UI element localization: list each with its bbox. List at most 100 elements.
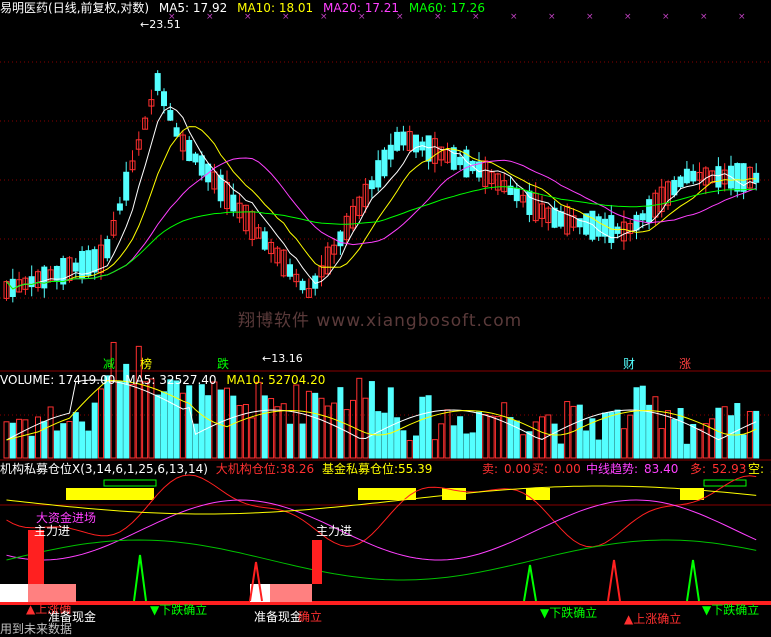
volume-bar	[425, 395, 432, 459]
top-marker: ×	[662, 12, 670, 22]
chart-mode: (日线,前复权,对数)	[48, 1, 150, 15]
volume-bar	[261, 395, 268, 459]
ma10-value: 18.01	[278, 1, 314, 15]
annotation-main-force-2: 主力进	[316, 524, 353, 538]
candle-body	[715, 166, 722, 188]
volume-bar	[639, 385, 646, 459]
sell-label: 卖:	[482, 462, 499, 476]
ma60-line	[6, 186, 757, 290]
volume-bar	[356, 377, 363, 459]
ma5-line	[6, 106, 757, 290]
volume-bar	[633, 387, 640, 459]
long-value: 52.93	[712, 462, 747, 476]
volume-bar	[602, 412, 608, 459]
volume-bar	[696, 428, 703, 459]
volume-value: 17419.00	[58, 373, 116, 387]
volume-bar	[104, 375, 111, 459]
watermark: 翔博软件 www.xiangbosoft.com	[238, 311, 523, 331]
indicator-name: 机构私募仓位X(3,14,6,1,25,6,13,14)	[0, 462, 208, 476]
long-label: 多:	[690, 462, 707, 476]
volume-bar	[79, 421, 86, 459]
event-label-die[interactable]: 跌	[217, 355, 229, 372]
candle-body	[123, 171, 130, 201]
candle-body	[589, 210, 596, 240]
volume-bar	[287, 423, 293, 459]
candle-body	[734, 163, 741, 192]
candle-body	[551, 207, 558, 228]
volume-bar	[60, 423, 67, 459]
candle-body	[690, 170, 697, 182]
volume-bar	[595, 439, 602, 459]
volume-bar	[318, 397, 325, 459]
fund-label: 基金私募仓位:	[321, 462, 399, 476]
volume-bar	[280, 403, 287, 459]
volume-bar	[167, 379, 174, 459]
buy-item: 买: 0.00	[532, 462, 587, 476]
event-label-jian[interactable]: 减	[103, 355, 115, 372]
annotation-main-force-1: 主力进	[34, 524, 71, 538]
candle-body	[683, 168, 690, 184]
volume-bar	[683, 443, 690, 459]
volume-bar	[406, 439, 413, 459]
ma60-label: MA60:	[408, 1, 447, 15]
volume-bar	[520, 434, 527, 459]
candle-body	[91, 249, 98, 273]
candle-body	[394, 131, 401, 151]
volume-bar	[627, 414, 634, 459]
trend-item: 中线趋势: 83.40	[586, 462, 684, 476]
short-label: 空:	[748, 462, 765, 476]
event-label-bang[interactable]: 榜	[140, 355, 152, 372]
annotation-downtrend-2: ▼下跌确立	[540, 606, 598, 620]
volume-bar	[312, 392, 319, 459]
signal-box	[358, 488, 416, 500]
volume-bar	[526, 431, 533, 459]
future-data-warning: 用到未来数据	[0, 622, 73, 636]
volume-label: VOLUME:	[0, 373, 55, 387]
candle-body	[192, 153, 199, 163]
ma5-label: MA5:	[158, 1, 190, 15]
volume-bar	[350, 399, 356, 459]
top-marker: ×	[586, 12, 594, 22]
volume-bar	[41, 421, 48, 459]
ma5-value: 17.92	[192, 1, 228, 15]
top-marker: ×	[738, 12, 746, 22]
volume-bar	[224, 387, 230, 459]
volume-bar	[532, 421, 539, 459]
annotation-ready-cash-2: 准备现金	[254, 610, 303, 624]
candle-body	[154, 73, 161, 91]
price-header: 易明医药(日线,前复权,对数) MA5: 17.92 MA10: 18.01 M…	[0, 1, 491, 15]
candle-body	[639, 213, 646, 221]
ma20-value: 17.21	[364, 1, 400, 15]
top-marker: ×	[624, 12, 632, 22]
top-marker: ×	[510, 12, 518, 22]
signal-outline	[103, 479, 157, 487]
event-label-cai[interactable]: 财	[623, 355, 635, 372]
candle-body	[167, 110, 174, 121]
ma10-label: MA10:	[237, 1, 275, 15]
volume-bar	[746, 411, 753, 459]
cash-block	[270, 584, 312, 602]
annotation-downtrend-3: ▼下跌确立	[702, 603, 760, 617]
volume-bar	[293, 384, 300, 459]
stock-name: 易明医药	[0, 1, 49, 15]
volume-bar	[501, 402, 508, 459]
volume-bar	[343, 409, 350, 459]
baseline-bar	[0, 601, 771, 605]
event-label-zhang[interactable]: 涨	[679, 355, 691, 372]
volume-bar	[438, 423, 445, 459]
volume-bar	[469, 432, 476, 459]
volume-bar	[255, 381, 262, 459]
volume-bar	[179, 392, 186, 459]
candle-body	[387, 144, 394, 160]
volume-bar	[53, 430, 60, 459]
candle-body	[230, 194, 237, 212]
volume-bar	[620, 428, 627, 459]
volume-bar	[211, 381, 218, 459]
ma60-value: 17.26	[450, 1, 485, 15]
candle-body	[677, 176, 684, 188]
volume-bar	[400, 430, 407, 459]
vol-ma10-item: MA10: 52704.20	[226, 373, 325, 387]
candle-body	[261, 231, 268, 250]
candle-body	[425, 135, 432, 162]
candle-body	[116, 203, 123, 211]
